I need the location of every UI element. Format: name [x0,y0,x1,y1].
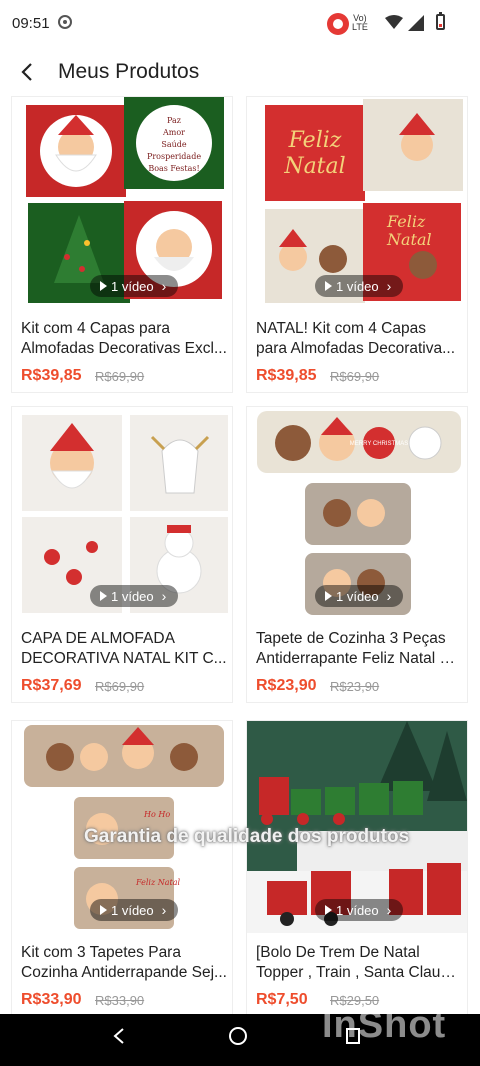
product-old-price: R$69,90 [330,369,380,384]
status-time: 09:51 [12,15,50,32]
product-price: R$39,85 [21,367,82,384]
product-card[interactable]: Paz Amor Saúde Prosperidade Boas Festas!… [11,96,233,393]
product-title[interactable]: NATAL! Kit com 4 Capas para Almofadas De… [256,319,462,359]
notification-icon [58,15,72,29]
svg-text:Ho Ho: Ho Ho [143,810,170,819]
overlay-caption: Garantia de qualidade dos produtos [84,826,410,847]
product-title-line2: DECORATIVA NATAL KIT C... [21,650,227,667]
play-icon [325,281,332,291]
video-label: 1 vídeo [111,588,154,604]
play-icon [325,905,332,915]
product-title-line1: Kit com 3 Tapetes Para [21,944,181,961]
chevron-right-icon: › [161,902,167,918]
video-badge[interactable]: 1 vídeo › [90,899,179,921]
volte-label: Vo) LTE [352,13,368,32]
nav-back-icon[interactable] [112,1027,126,1045]
back-arrow-icon[interactable] [18,62,38,82]
product-title-line2: para Almofadas Decorativa... [256,340,456,357]
play-icon [100,905,107,915]
video-badge[interactable]: 1 vídeo › [315,899,404,921]
product-title[interactable]: [Bolo De Trem De Natal Topper , Train , … [256,943,462,983]
svg-text:Feliz Natal: Feliz Natal [135,878,180,887]
product-title-line1: [Bolo De Trem De Natal [256,944,420,961]
video-label: 1 vídeo [111,278,154,294]
product-price: R$39,85 [256,367,317,384]
svg-text:Natal: Natal [386,230,432,249]
product-card[interactable]: Ho Ho Feliz Natal 1 vídeo › Kit com 3 Ta… [11,720,233,1014]
product-title[interactable]: Kit com 3 Tapetes Para Cozinha Antiderra… [21,943,227,983]
chevron-right-icon: › [161,278,167,294]
video-badge[interactable]: 1 vídeo › [315,585,404,607]
chevron-right-icon: › [386,588,392,604]
play-icon [100,281,107,291]
product-old-price: R$69,90 [95,369,145,384]
chevron-right-icon: › [161,588,167,604]
video-label: 1 vídeo [336,588,379,604]
svg-text:Boas Festas!: Boas Festas! [148,164,199,173]
product-price: R$7,50 [256,991,308,1008]
chevron-right-icon: › [386,278,392,294]
product-title[interactable]: Tapete de Cozinha 3 Peças Antiderrapante… [256,629,462,669]
video-badge[interactable]: 1 vídeo › [90,585,179,607]
video-badge[interactable]: 1 vídeo › [90,275,179,297]
product-title-line2: Antiderrapante Feliz Natal &... [256,650,462,667]
product-old-price: R$69,90 [95,679,145,694]
svg-text:Natal: Natal [283,154,345,179]
product-title[interactable]: CAPA DE ALMOFADA DECORATIVA NATAL KIT C.… [21,629,227,669]
video-badge[interactable]: 1 vídeo › [315,275,404,297]
product-card[interactable]: MERRY CHRISTMAS 1 vídeo › Tapete de Cozi… [246,406,468,703]
product-title-line1: Tapete de Cozinha 3 Peças [256,630,446,647]
signal-icon [408,15,424,31]
product-card[interactable]: Feliz Natal Feliz Natal 1 vídeo › NATAL!… [246,96,468,393]
nav-home-icon[interactable] [229,1027,247,1045]
product-title-line2: Almofadas Decorativas Excl... [21,340,227,357]
video-label: 1 vídeo [336,902,379,918]
svg-text:MERRY CHRISTMAS: MERRY CHRISTMAS [350,441,408,447]
product-price: R$33,90 [21,991,82,1008]
play-icon [325,591,332,601]
svg-text:Paz: Paz [167,116,181,125]
svg-text:Amor: Amor [162,128,185,137]
product-card[interactable]: 1 vídeo › [Bolo De Trem De Natal Topper … [246,720,468,1014]
video-label: 1 vídeo [111,902,154,918]
product-title-line1: Kit com 4 Capas para [21,320,171,337]
battery-icon [436,12,445,30]
svg-text:Feliz: Feliz [288,128,342,153]
product-title-line2: Topper , Train , Santa Claus ... [256,964,462,981]
play-icon [100,591,107,601]
chevron-right-icon: › [386,902,392,918]
product-card[interactable]: 1 vídeo › CAPA DE ALMOFADA DECORATIVA NA… [11,406,233,703]
product-title[interactable]: Kit com 4 Capas para Almofadas Decorativ… [21,319,227,359]
screen-record-icon [327,13,349,35]
video-label: 1 vídeo [336,278,379,294]
product-title-line2: Cozinha Antiderrapande Sej... [21,964,227,981]
product-grid: Paz Amor Saúde Prosperidade Boas Festas!… [0,96,480,1014]
product-price: R$23,90 [256,677,317,694]
inshot-watermark: InShot [322,1004,447,1046]
status-bar: 09:51 Vo) LTE [0,0,480,48]
product-old-price: R$23,90 [330,679,380,694]
product-title-line1: CAPA DE ALMOFADA [21,630,175,647]
product-title-line1: NATAL! Kit com 4 Capas [256,320,426,337]
wifi-icon [385,15,403,29]
product-price: R$37,69 [21,677,82,694]
svg-text:Saúde: Saúde [161,140,187,149]
svg-text:Prosperidade: Prosperidade [147,152,201,161]
page-title: Meus Produtos [58,60,200,83]
product-old-price: R$33,90 [95,993,145,1008]
svg-text:Feliz: Feliz [386,212,426,231]
